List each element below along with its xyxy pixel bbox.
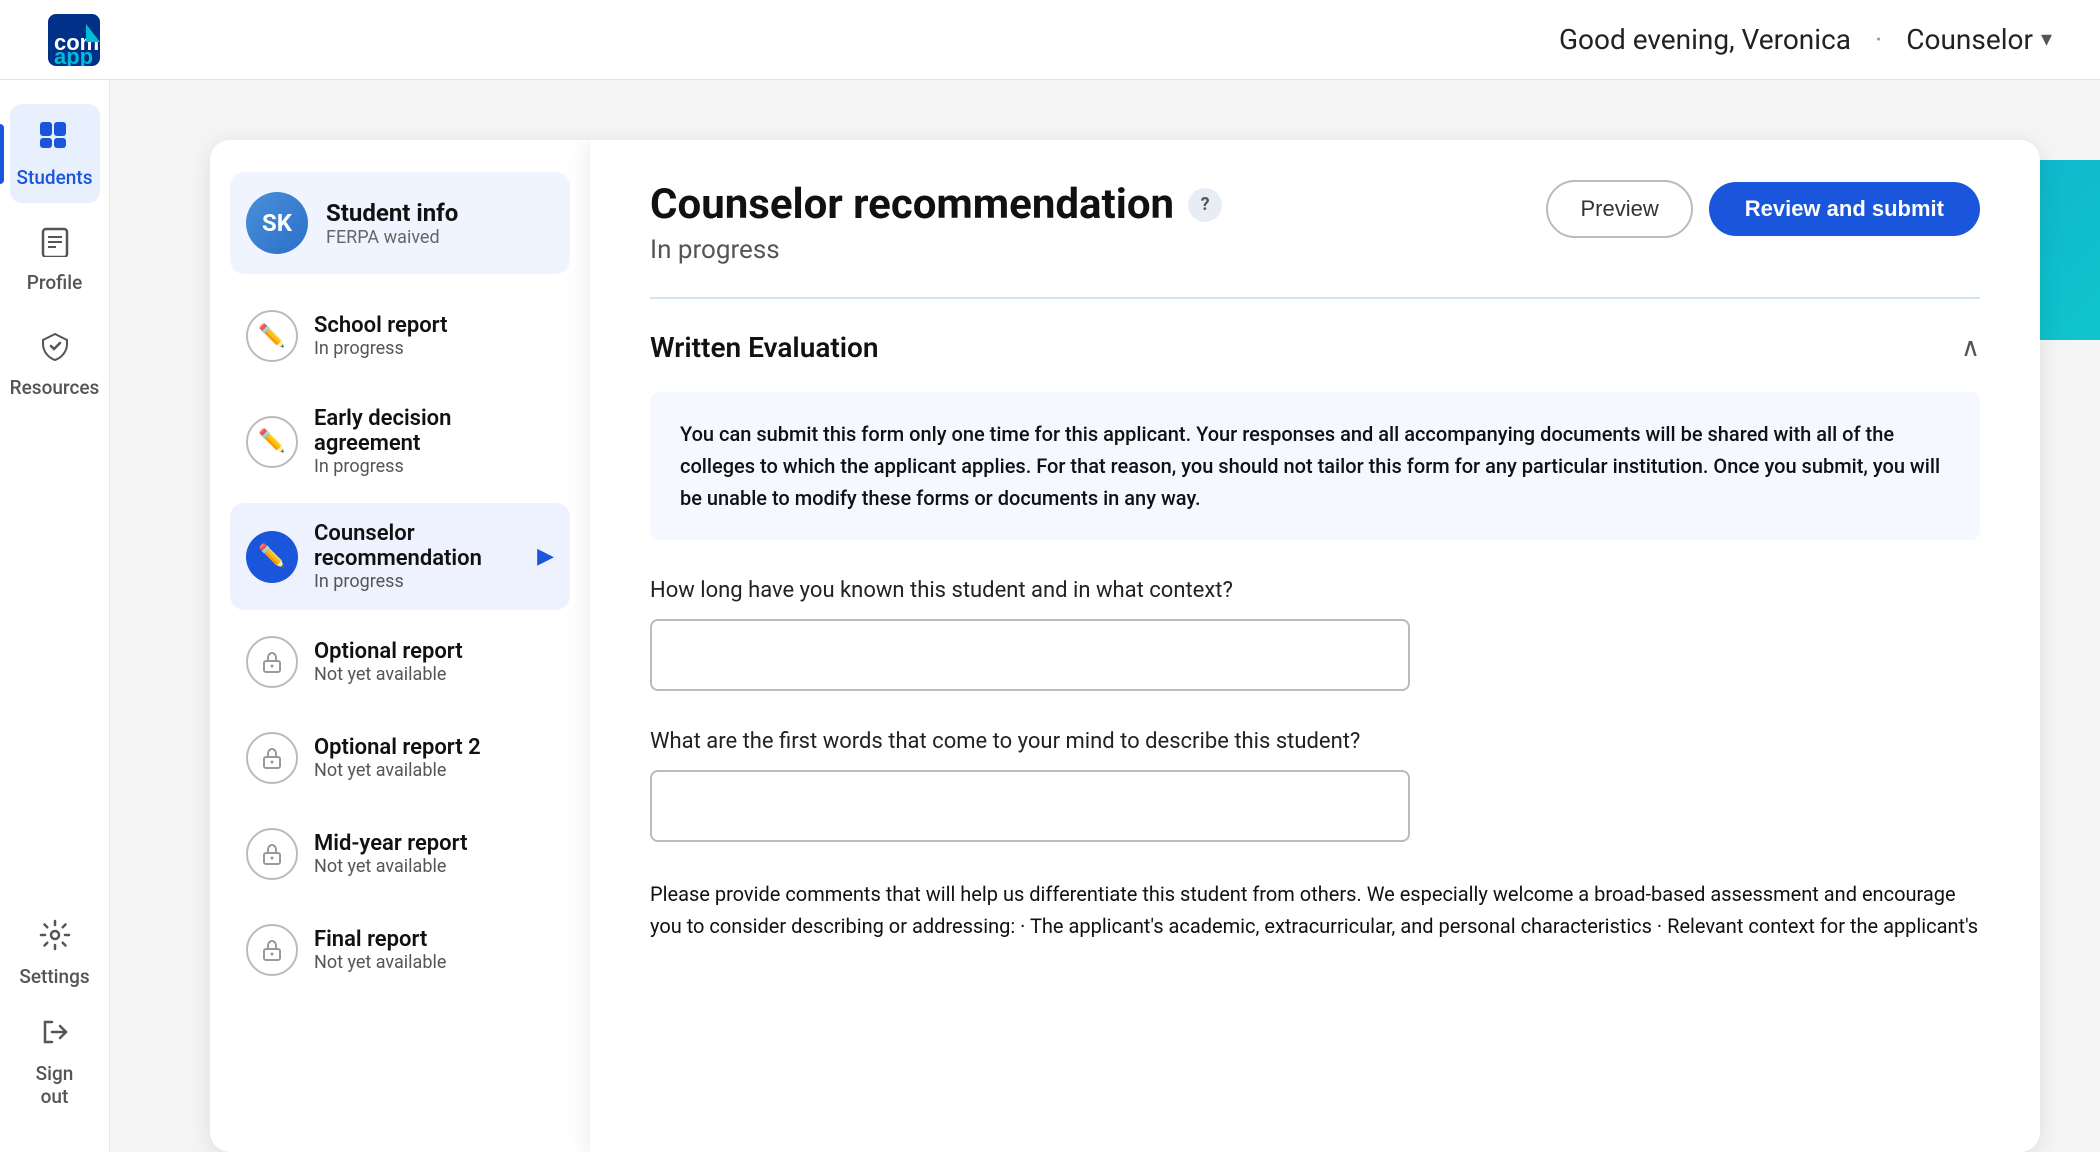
logo-area: common app bbox=[48, 14, 100, 66]
sidebar-profile-label: Profile bbox=[27, 271, 83, 294]
counselor-rec-status: In progress bbox=[314, 571, 521, 592]
student-info-text: Student info FERPA waived bbox=[326, 199, 458, 248]
counselor-rec-text: Counselor recommendation In progress bbox=[314, 521, 521, 592]
form-header: Counselor recommendation ? In progress P… bbox=[650, 180, 1980, 265]
top-nav-right: Good evening, Veronica · Counselor ▾ bbox=[1559, 23, 2052, 56]
resources-icon bbox=[39, 330, 71, 370]
school-report-text: School report In progress bbox=[314, 313, 447, 359]
left-panel: SK Student info FERPA waived ✏️ School r… bbox=[210, 140, 590, 1152]
mid-year-title: Mid-year report bbox=[314, 831, 467, 856]
role-label: Counselor bbox=[1906, 23, 2033, 56]
early-decision-status: In progress bbox=[314, 456, 554, 477]
early-decision-icon: ✏️ bbox=[246, 416, 298, 468]
optional-report-icon bbox=[246, 636, 298, 688]
form-status: In progress bbox=[650, 235, 1222, 265]
students-icon bbox=[38, 118, 72, 160]
sidebar-resources-label: Resources bbox=[10, 376, 100, 399]
final-report-text: Final report Not yet available bbox=[314, 927, 446, 973]
sidebar-students-label: Students bbox=[17, 166, 93, 189]
collapse-icon[interactable]: ∧ bbox=[1961, 333, 1980, 363]
final-report-icon bbox=[246, 924, 298, 976]
form-title: Counselor recommendation ? bbox=[650, 180, 1222, 229]
settings-icon bbox=[39, 919, 71, 959]
app-layout: Students Profile Resources bbox=[0, 80, 2100, 1152]
counselor-dropdown[interactable]: Counselor ▾ bbox=[1906, 23, 2052, 56]
svg-text:app: app bbox=[54, 44, 93, 66]
school-report-title: School report bbox=[314, 313, 447, 338]
section-title: Written Evaluation bbox=[650, 331, 879, 364]
mid-year-status: Not yet available bbox=[314, 856, 467, 877]
field-3-text: Please provide comments that will help u… bbox=[650, 878, 1980, 942]
avatar: SK bbox=[246, 192, 308, 254]
optional-report-2-icon bbox=[246, 732, 298, 784]
nav-item-mid-year: Mid-year report Not yet available bbox=[230, 810, 570, 898]
main-content: SK Student info FERPA waived ✏️ School r… bbox=[110, 80, 2100, 1152]
student-name: Student info bbox=[326, 199, 458, 227]
field-2-input[interactable] bbox=[650, 770, 1410, 842]
optional-report-status: Not yet available bbox=[314, 664, 463, 685]
early-decision-text: Early decision agreement In progress bbox=[314, 406, 554, 477]
counselor-rec-icon: ✏️ bbox=[246, 531, 298, 583]
field-1-input[interactable] bbox=[650, 619, 1410, 691]
section-header: Written Evaluation ∧ bbox=[650, 331, 1980, 364]
notice-box: You can submit this form only one time f… bbox=[650, 392, 1980, 540]
school-report-icon: ✏️ bbox=[246, 310, 298, 362]
final-report-status: Not yet available bbox=[314, 952, 446, 973]
field-3: Please provide comments that will help u… bbox=[650, 878, 1980, 942]
card-container: SK Student info FERPA waived ✏️ School r… bbox=[210, 140, 2040, 1152]
nav-arrow-icon: ▶ bbox=[537, 544, 554, 569]
logo: common app bbox=[48, 14, 100, 66]
sidebar-item-profile[interactable]: Profile bbox=[10, 211, 100, 308]
signout-icon bbox=[39, 1016, 71, 1056]
preview-button[interactable]: Preview bbox=[1546, 180, 1692, 238]
sidebar-item-students[interactable]: Students bbox=[10, 104, 100, 203]
field-1-label: How long have you known this student and… bbox=[650, 576, 1980, 607]
notice-text: You can submit this form only one time f… bbox=[680, 418, 1950, 514]
optional-report-text: Optional report Not yet available bbox=[314, 639, 463, 685]
student-sub: FERPA waived bbox=[326, 227, 458, 248]
nav-item-optional-report-2: Optional report 2 Not yet available bbox=[230, 714, 570, 802]
section-divider bbox=[650, 297, 1980, 299]
sidebar-signout-label: Sign out bbox=[20, 1062, 90, 1108]
right-panel: Counselor recommendation ? In progress P… bbox=[590, 140, 2040, 1152]
nav-item-school-report[interactable]: ✏️ School report In progress bbox=[230, 292, 570, 380]
logo-svg: common app bbox=[48, 14, 100, 66]
optional-report-2-text: Optional report 2 Not yet available bbox=[314, 735, 481, 781]
nav-item-final-report: Final report Not yet available bbox=[230, 906, 570, 994]
nav-item-early-decision[interactable]: ✏️ Early decision agreement In progress bbox=[230, 388, 570, 495]
final-report-title: Final report bbox=[314, 927, 446, 952]
optional-report-2-status: Not yet available bbox=[314, 760, 481, 781]
nav-item-counselor-rec[interactable]: ✏️ Counselor recommendation In progress … bbox=[230, 503, 570, 610]
top-nav: common app Good evening, Veronica · Coun… bbox=[0, 0, 2100, 80]
review-submit-button[interactable]: Review and submit bbox=[1709, 182, 1980, 236]
student-info-card[interactable]: SK Student info FERPA waived bbox=[230, 172, 570, 274]
sidebar-item-signout[interactable]: Sign out bbox=[10, 1002, 100, 1122]
field-2-label: What are the first words that come to yo… bbox=[650, 727, 1980, 758]
form-actions: Preview Review and submit bbox=[1546, 180, 1980, 238]
nav-item-optional-report: Optional report Not yet available bbox=[230, 618, 570, 706]
mid-year-icon bbox=[246, 828, 298, 880]
field-1: How long have you known this student and… bbox=[650, 576, 1980, 691]
chevron-down-icon: ▾ bbox=[2041, 27, 2052, 52]
sidebar-item-settings[interactable]: Settings bbox=[10, 905, 100, 1002]
sidebar-item-resources[interactable]: Resources bbox=[10, 316, 100, 413]
sidebar-settings-label: Settings bbox=[19, 965, 89, 988]
profile-icon bbox=[39, 225, 71, 265]
greeting-text: Good evening, Veronica bbox=[1559, 23, 1851, 56]
counselor-rec-title: Counselor recommendation bbox=[314, 521, 521, 571]
form-title-block: Counselor recommendation ? In progress bbox=[650, 180, 1222, 265]
mid-year-text: Mid-year report Not yet available bbox=[314, 831, 467, 877]
separator: · bbox=[1875, 23, 1882, 56]
early-decision-title: Early decision agreement bbox=[314, 406, 554, 456]
sidebar-bottom: Settings Sign out bbox=[10, 905, 100, 1152]
help-icon[interactable]: ? bbox=[1188, 188, 1222, 222]
optional-report-2-title: Optional report 2 bbox=[314, 735, 481, 760]
field-2: What are the first words that come to yo… bbox=[650, 727, 1980, 842]
optional-report-title: Optional report bbox=[314, 639, 463, 664]
avatar-initials: SK bbox=[262, 209, 292, 237]
sidebar: Students Profile Resources bbox=[0, 80, 110, 1152]
school-report-status: In progress bbox=[314, 338, 447, 359]
